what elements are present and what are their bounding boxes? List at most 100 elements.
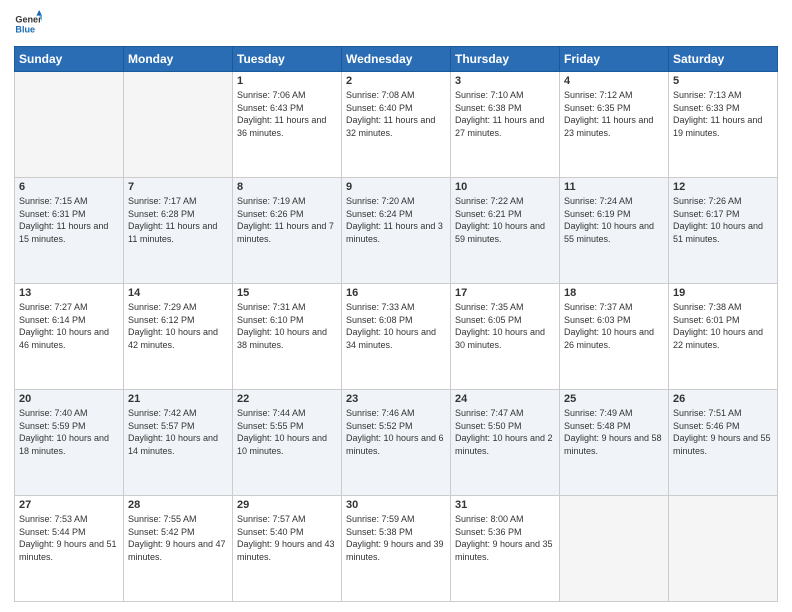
day-number: 31 [455, 499, 555, 511]
day-number: 11 [564, 181, 664, 193]
svg-text:General: General [15, 15, 42, 25]
day-info: Sunrise: 7:27 AM Sunset: 6:14 PM Dayligh… [19, 301, 119, 351]
day-number: 9 [346, 181, 446, 193]
day-info: Sunrise: 7:55 AM Sunset: 5:42 PM Dayligh… [128, 513, 228, 563]
day-info: Sunrise: 7:44 AM Sunset: 5:55 PM Dayligh… [237, 407, 337, 457]
calendar-cell: 31 Sunrise: 8:00 AM Sunset: 5:36 PM Dayli… [451, 496, 560, 602]
weekday-header-wednesday: Wednesday [342, 47, 451, 72]
day-info: Sunrise: 7:51 AM Sunset: 5:46 PM Dayligh… [673, 407, 773, 457]
calendar-cell: 6 Sunrise: 7:15 AM Sunset: 6:31 PM Daylig… [15, 178, 124, 284]
calendar-cell: 30 Sunrise: 7:59 AM Sunset: 5:38 PM Dayli… [342, 496, 451, 602]
day-info: Sunrise: 7:40 AM Sunset: 5:59 PM Dayligh… [19, 407, 119, 457]
weekday-header-thursday: Thursday [451, 47, 560, 72]
calendar-cell: 2 Sunrise: 7:08 AM Sunset: 6:40 PM Daylig… [342, 72, 451, 178]
day-info: Sunrise: 7:22 AM Sunset: 6:21 PM Dayligh… [455, 195, 555, 245]
day-number: 18 [564, 287, 664, 299]
header: General Blue [14, 10, 778, 38]
svg-text:Blue: Blue [15, 24, 35, 34]
calendar-cell: 11 Sunrise: 7:24 AM Sunset: 6:19 PM Dayli… [560, 178, 669, 284]
day-number: 16 [346, 287, 446, 299]
day-number: 24 [455, 393, 555, 405]
day-info: Sunrise: 7:08 AM Sunset: 6:40 PM Dayligh… [346, 89, 446, 139]
calendar-cell: 15 Sunrise: 7:31 AM Sunset: 6:10 PM Dayli… [233, 284, 342, 390]
day-number: 26 [673, 393, 773, 405]
day-info: Sunrise: 8:00 AM Sunset: 5:36 PM Dayligh… [455, 513, 555, 563]
calendar-cell: 1 Sunrise: 7:06 AM Sunset: 6:43 PM Daylig… [233, 72, 342, 178]
day-info: Sunrise: 7:13 AM Sunset: 6:33 PM Dayligh… [673, 89, 773, 139]
day-number: 28 [128, 499, 228, 511]
calendar-table: SundayMondayTuesdayWednesdayThursdayFrid… [14, 46, 778, 602]
logo-icon: General Blue [14, 10, 42, 38]
calendar-cell: 17 Sunrise: 7:35 AM Sunset: 6:05 PM Dayli… [451, 284, 560, 390]
day-info: Sunrise: 7:10 AM Sunset: 6:38 PM Dayligh… [455, 89, 555, 139]
day-number: 4 [564, 75, 664, 87]
day-info: Sunrise: 7:24 AM Sunset: 6:19 PM Dayligh… [564, 195, 664, 245]
calendar-cell: 22 Sunrise: 7:44 AM Sunset: 5:55 PM Dayli… [233, 390, 342, 496]
day-info: Sunrise: 7:29 AM Sunset: 6:12 PM Dayligh… [128, 301, 228, 351]
calendar-cell: 4 Sunrise: 7:12 AM Sunset: 6:35 PM Daylig… [560, 72, 669, 178]
day-number: 3 [455, 75, 555, 87]
calendar-cell: 24 Sunrise: 7:47 AM Sunset: 5:50 PM Dayli… [451, 390, 560, 496]
calendar-cell: 12Sunrise: 7:26 AM Sunset: 6:17 PM Dayli… [669, 178, 778, 284]
calendar-cell: 26 Sunrise: 7:51 AM Sunset: 5:46 PM Dayli… [669, 390, 778, 496]
calendar-cell: 27 Sunrise: 7:53 AM Sunset: 5:44 PM Dayli… [15, 496, 124, 602]
day-info: Sunrise: 7:17 AM Sunset: 6:28 PM Dayligh… [128, 195, 228, 245]
day-info: Sunrise: 7:12 AM Sunset: 6:35 PM Dayligh… [564, 89, 664, 139]
calendar-cell: 13Sunrise: 7:27 AM Sunset: 6:14 PM Dayli… [15, 284, 124, 390]
day-info: Sunrise: 7:35 AM Sunset: 6:05 PM Dayligh… [455, 301, 555, 351]
day-number: 1 [237, 75, 337, 87]
logo: General Blue [14, 10, 46, 38]
day-number: 25 [564, 393, 664, 405]
day-number: 30 [346, 499, 446, 511]
day-number: 8 [237, 181, 337, 193]
calendar-cell [669, 496, 778, 602]
day-number: 22 [237, 393, 337, 405]
day-info: Sunrise: 7:59 AM Sunset: 5:38 PM Dayligh… [346, 513, 446, 563]
day-number: 29 [237, 499, 337, 511]
day-number: 17 [455, 287, 555, 299]
day-info: Sunrise: 7:46 AM Sunset: 5:52 PM Dayligh… [346, 407, 446, 457]
calendar-cell: 28 Sunrise: 7:55 AM Sunset: 5:42 PM Dayli… [124, 496, 233, 602]
calendar-cell: 18 Sunrise: 7:37 AM Sunset: 6:03 PM Dayli… [560, 284, 669, 390]
day-info: Sunrise: 7:33 AM Sunset: 6:08 PM Dayligh… [346, 301, 446, 351]
calendar-cell: 9 Sunrise: 7:20 AM Sunset: 6:24 PM Daylig… [342, 178, 451, 284]
day-number: 2 [346, 75, 446, 87]
day-info: Sunrise: 7:49 AM Sunset: 5:48 PM Dayligh… [564, 407, 664, 457]
day-info: Sunrise: 7:47 AM Sunset: 5:50 PM Dayligh… [455, 407, 555, 457]
calendar-cell: 20 Sunrise: 7:40 AM Sunset: 5:59 PM Dayli… [15, 390, 124, 496]
day-number: 15 [237, 287, 337, 299]
day-number: 20 [19, 393, 119, 405]
calendar-cell: 14Sunrise: 7:29 AM Sunset: 6:12 PM Dayli… [124, 284, 233, 390]
day-info: Sunrise: 7:20 AM Sunset: 6:24 PM Dayligh… [346, 195, 446, 245]
day-info: Sunrise: 7:06 AM Sunset: 6:43 PM Dayligh… [237, 89, 337, 139]
day-number: 21 [128, 393, 228, 405]
day-number: 10 [455, 181, 555, 193]
weekday-header-monday: Monday [124, 47, 233, 72]
calendar-cell: 25 Sunrise: 7:49 AM Sunset: 5:48 PM Dayli… [560, 390, 669, 496]
day-number: 7 [128, 181, 228, 193]
day-info: Sunrise: 7:26 AM Sunset: 6:17 PM Dayligh… [673, 195, 773, 245]
calendar-cell: 29 Sunrise: 7:57 AM Sunset: 5:40 PM Dayli… [233, 496, 342, 602]
day-number: 6 [19, 181, 119, 193]
calendar-cell: 5Sunrise: 7:13 AM Sunset: 6:33 PM Daylig… [669, 72, 778, 178]
calendar-cell: 23 Sunrise: 7:46 AM Sunset: 5:52 PM Dayli… [342, 390, 451, 496]
calendar-cell: 7 Sunrise: 7:17 AM Sunset: 6:28 PM Daylig… [124, 178, 233, 284]
day-info: Sunrise: 7:19 AM Sunset: 6:26 PM Dayligh… [237, 195, 337, 245]
day-info: Sunrise: 7:31 AM Sunset: 6:10 PM Dayligh… [237, 301, 337, 351]
calendar-cell: 19 Sunrise: 7:38 AM Sunset: 6:01 PM Dayli… [669, 284, 778, 390]
day-info: Sunrise: 7:53 AM Sunset: 5:44 PM Dayligh… [19, 513, 119, 563]
calendar-cell: 21Sunrise: 7:42 AM Sunset: 5:57 PM Dayli… [124, 390, 233, 496]
day-info: Sunrise: 7:57 AM Sunset: 5:40 PM Dayligh… [237, 513, 337, 563]
calendar-cell: 16 Sunrise: 7:33 AM Sunset: 6:08 PM Dayli… [342, 284, 451, 390]
day-info: Sunrise: 7:15 AM Sunset: 6:31 PM Dayligh… [19, 195, 119, 245]
calendar-cell: 3 Sunrise: 7:10 AM Sunset: 6:38 PM Daylig… [451, 72, 560, 178]
calendar-cell [124, 72, 233, 178]
day-number: 27 [19, 499, 119, 511]
calendar-cell [560, 496, 669, 602]
weekday-header-saturday: Saturday [669, 47, 778, 72]
day-number: 19 [673, 287, 773, 299]
day-info: Sunrise: 7:38 AM Sunset: 6:01 PM Dayligh… [673, 301, 773, 351]
day-number: 23 [346, 393, 446, 405]
day-info: Sunrise: 7:37 AM Sunset: 6:03 PM Dayligh… [564, 301, 664, 351]
weekday-header-sunday: Sunday [15, 47, 124, 72]
